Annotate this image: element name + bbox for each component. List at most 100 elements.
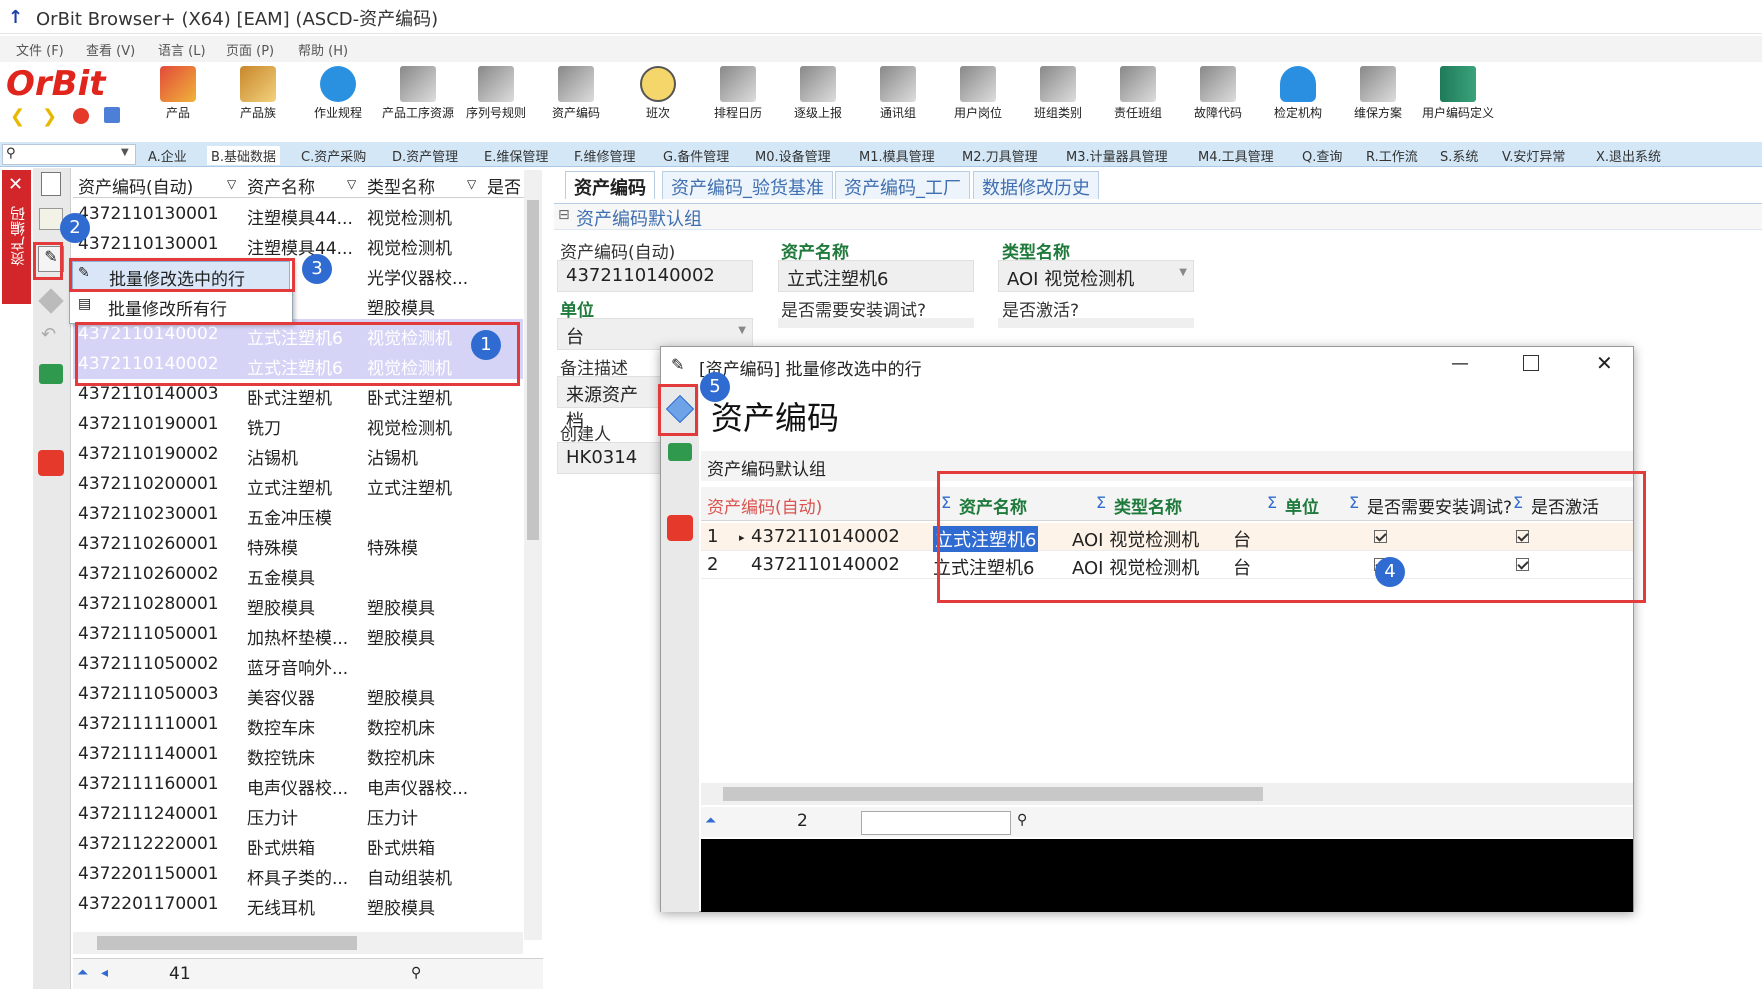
- table-row[interactable]: 4372201170001 无线耳机 塑胶模具: [73, 889, 523, 919]
- open-page-tab[interactable]: ✕ 资产编码: [2, 170, 31, 304]
- toolbar-shift[interactable]: 班次: [620, 64, 696, 121]
- col-flag-header[interactable]: 是否: [487, 173, 521, 198]
- module-s[interactable]: S.系统: [1440, 146, 1478, 165]
- maximize-button[interactable]: [1523, 355, 1539, 371]
- menu-language[interactable]: 语言 (L): [158, 40, 206, 59]
- dialog-search-input[interactable]: [861, 811, 1011, 835]
- toolbar-user-post[interactable]: 用户岗位: [940, 64, 1016, 121]
- table-row[interactable]: 4372110280001 塑胶模具 塑胶模具: [73, 589, 523, 619]
- table-row[interactable]: 4372110130001 注塑模具44... 视觉检测机: [73, 229, 523, 259]
- module-m3[interactable]: M3.计量器具管理: [1066, 146, 1168, 165]
- table-row[interactable]: 4372111050003 美容仪器 塑胶模具: [73, 679, 523, 709]
- toolbar-escalation[interactable]: 逐级上报: [780, 64, 856, 121]
- filter-icon[interactable]: ▽: [227, 177, 236, 191]
- menu-page[interactable]: 页面 (P): [226, 40, 274, 59]
- new-doc-icon[interactable]: [41, 172, 61, 196]
- table-row[interactable]: 4372110190001 铣刀 视觉检测机: [73, 409, 523, 439]
- tab-inspection-standard[interactable]: 资产编码_验货基准: [662, 171, 833, 199]
- prev-page-icon[interactable]: ◂: [101, 965, 108, 981]
- toolbar-calibration-org[interactable]: 检定机构: [1260, 64, 1336, 121]
- col-type-header[interactable]: 类型名称: [367, 173, 435, 198]
- toolbar-team-type[interactable]: 班组类别: [1020, 64, 1096, 121]
- stop-icon[interactable]: [73, 108, 89, 124]
- module-b[interactable]: B.基础数据: [207, 146, 281, 165]
- table-row[interactable]: 4372111050002 蓝牙音响外...: [73, 649, 523, 679]
- first-page-icon[interactable]: ⏶: [77, 965, 88, 981]
- scroll-thumb[interactable]: [527, 200, 539, 540]
- first-page-icon[interactable]: ⏶: [705, 813, 716, 829]
- power-icon[interactable]: [38, 450, 64, 476]
- table-row[interactable]: 4372110230001 五金冲压模: [73, 499, 523, 529]
- module-f[interactable]: F.维修管理: [574, 146, 636, 165]
- close-button[interactable]: ✕: [1596, 351, 1613, 375]
- name-field[interactable]: 立式注塑机6: [778, 260, 974, 292]
- toolbar-product[interactable]: 产品: [140, 64, 216, 121]
- toolbar-procedure[interactable]: 作业规程: [300, 64, 376, 121]
- toolbar-asset-code[interactable]: 资产编码: [538, 64, 614, 121]
- close-icon[interactable]: ✕: [8, 174, 23, 195]
- minimize-button[interactable]: —: [1451, 353, 1469, 374]
- scroll-thumb[interactable]: [97, 936, 357, 950]
- save-icon[interactable]: [668, 443, 692, 461]
- tab-change-history[interactable]: 数据修改历史: [973, 171, 1099, 199]
- table-row[interactable]: 4372110260001 特殊模 特殊模: [73, 529, 523, 559]
- toolbar-comm-group[interactable]: 通讯组: [860, 64, 936, 121]
- menu-batch-edit-all[interactable]: 批量修改所有行: [72, 292, 290, 321]
- find-icon[interactable]: ⚲: [411, 965, 421, 981]
- module-m1[interactable]: M1.模具管理: [859, 146, 935, 165]
- module-r[interactable]: R.工作流: [1366, 146, 1418, 165]
- toolbar-maintenance-plan[interactable]: 维保方案: [1340, 64, 1416, 121]
- tab-asset-code[interactable]: 资产编码: [565, 171, 655, 199]
- chevron-down-icon[interactable]: ▼: [738, 325, 746, 336]
- nav-forward-icon[interactable]: ❯: [42, 106, 57, 127]
- table-row[interactable]: 4372110190002 沾锡机 沾锡机: [73, 439, 523, 469]
- nav-back-icon[interactable]: ❮: [10, 106, 25, 127]
- table-row[interactable]: 4372111240001 压力计 压力计: [73, 799, 523, 829]
- table-row[interactable]: 4372201150001 杯具子类的... 自动组装机: [73, 859, 523, 889]
- module-a[interactable]: A.企业: [148, 146, 187, 165]
- power-icon[interactable]: [667, 515, 693, 541]
- dialog-horizontal-scrollbar[interactable]: [701, 783, 1633, 805]
- filter-icon[interactable]: ▽: [467, 177, 476, 191]
- type-select[interactable]: AOI 视觉检测机 ▼: [998, 260, 1194, 292]
- grid-horizontal-scrollbar[interactable]: [73, 932, 523, 954]
- creator-field[interactable]: HK0314: [557, 442, 661, 474]
- toolbar-fault-code[interactable]: 故障代码: [1180, 64, 1256, 121]
- module-c[interactable]: C.资产采购: [301, 146, 366, 165]
- module-q[interactable]: Q.查询: [1302, 146, 1342, 165]
- module-e[interactable]: E.维保管理: [484, 146, 548, 165]
- toolbar-responsible-team[interactable]: 责任班组: [1100, 64, 1176, 121]
- module-m2[interactable]: M2.刀具管理: [962, 146, 1038, 165]
- table-row[interactable]: 4372110130001 注塑模具44... 视觉检测机: [73, 199, 523, 229]
- module-v[interactable]: V.安灯异常: [1502, 146, 1565, 165]
- code-field[interactable]: 4372110140002: [557, 260, 753, 292]
- table-row[interactable]: 4372111050001 加热杯垫模... 塑胶模具: [73, 619, 523, 649]
- toolbar-process-resource[interactable]: 产品工序资源: [380, 64, 456, 121]
- menu-view[interactable]: 查看 (V): [86, 40, 135, 59]
- find-icon[interactable]: ⚲: [1017, 812, 1027, 828]
- toolbar-product-family[interactable]: 产品族: [220, 64, 296, 121]
- module-m4[interactable]: M4.工具管理: [1198, 146, 1274, 165]
- table-row[interactable]: 4372110200001 立式注塑机 立式注塑机: [73, 469, 523, 499]
- table-row[interactable]: 4372111140001 数控铣床 数控机床: [73, 739, 523, 769]
- menu-help[interactable]: 帮助 (H): [298, 40, 348, 59]
- toolbar-schedule-calendar[interactable]: 排程日历: [700, 64, 776, 121]
- table-row[interactable]: 4372112220001 卧式烘箱 卧式烘箱: [73, 829, 523, 859]
- tab-factory[interactable]: 资产编码_工厂: [835, 171, 970, 199]
- toolbar-serial-rule[interactable]: 序列号规则: [458, 64, 534, 121]
- toolbar-user-code-def[interactable]: 用户编码定义: [1418, 64, 1498, 121]
- d-col-code[interactable]: 资产编码(自动): [707, 493, 822, 518]
- remark-field[interactable]: 来源资产档: [557, 376, 661, 432]
- grid-vertical-scrollbar[interactable]: [524, 170, 542, 940]
- col-name-header[interactable]: 资产名称: [247, 173, 315, 198]
- scroll-thumb[interactable]: [723, 787, 1263, 801]
- table-row[interactable]: 4372111110001 数控车床 数控机床: [73, 709, 523, 739]
- home-icon[interactable]: [104, 107, 120, 123]
- undo-icon[interactable]: ↶: [41, 324, 61, 345]
- collapse-icon[interactable]: ⊟: [558, 207, 570, 223]
- module-d[interactable]: D.资产管理: [392, 146, 458, 165]
- table-row[interactable]: 4372111160001 电声仪器校... 电声仪器校...: [73, 769, 523, 799]
- menu-file[interactable]: 文件 (F): [16, 40, 64, 59]
- chevron-down-icon[interactable]: ▼: [1179, 267, 1187, 278]
- module-x[interactable]: X.退出系统: [1596, 146, 1661, 165]
